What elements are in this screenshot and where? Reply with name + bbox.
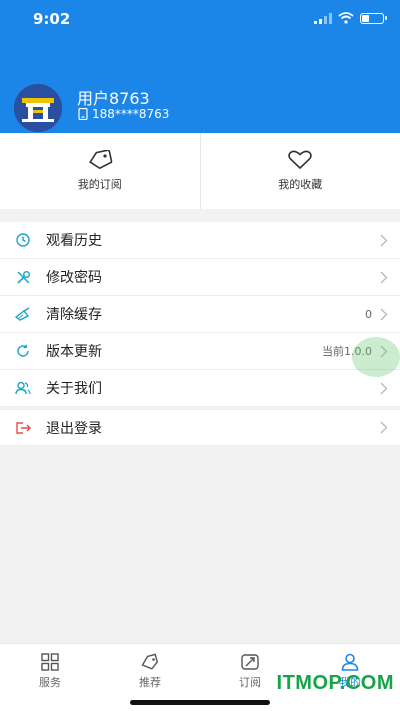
- refresh-icon: [15, 343, 31, 359]
- phone-row: 188****8763: [78, 107, 169, 121]
- tag-icon: [88, 150, 113, 170]
- rocket-icon: [241, 654, 259, 670]
- cache-size-value: 0: [365, 307, 372, 321]
- phone-icon: [78, 108, 88, 120]
- broom-icon: [15, 306, 31, 322]
- menu-item-clear-cache[interactable]: 清除缓存 0: [0, 296, 400, 333]
- menu-item-label: 关于我们: [46, 381, 102, 397]
- wifi-icon: [338, 12, 354, 24]
- logout-icon: [15, 420, 31, 436]
- tab-services[interactable]: 服务: [0, 644, 100, 711]
- menu-item-label: 观看历史: [46, 233, 102, 249]
- tab-label: 推荐: [139, 676, 161, 689]
- site-watermark: ITMOP.COM: [276, 672, 394, 694]
- menu-item-label: 版本更新: [46, 344, 102, 360]
- signal-icon: [314, 12, 332, 24]
- profile-header: 9:02 用户8763 188****8763: [0, 0, 400, 133]
- chevron-right-icon: [380, 271, 388, 283]
- chevron-right-icon: [380, 382, 388, 394]
- phone-number: 188****8763: [92, 107, 170, 121]
- tab-label: 订阅: [239, 676, 261, 689]
- quick-actions: 我的订阅 我的收藏: [0, 133, 400, 209]
- avatar-logo-icon: [14, 84, 62, 132]
- home-indicator: [130, 700, 270, 705]
- menu-item-version-update[interactable]: 版本更新 当前1.0.0: [0, 333, 400, 370]
- tab-label: 服务: [39, 676, 61, 689]
- chevron-right-icon: [380, 234, 388, 246]
- menu-item-change-password[interactable]: 修改密码: [0, 259, 400, 296]
- chevron-right-icon: [380, 308, 388, 320]
- touch-indicator: [352, 337, 400, 377]
- avatar[interactable]: [14, 84, 62, 132]
- status-bar: 9:02: [0, 0, 400, 40]
- my-favorites-button[interactable]: 我的收藏: [201, 133, 400, 209]
- heart-icon: [288, 150, 313, 170]
- logout-label: 退出登录: [46, 420, 102, 437]
- person-icon: [341, 653, 359, 671]
- settings-list: 观看历史 修改密码 清除缓存 0 版本更新 当前1.0.0 关于我们: [0, 222, 400, 407]
- menu-item-label: 清除缓存: [46, 307, 102, 323]
- tag-icon: [141, 653, 159, 670]
- chevron-right-icon: [380, 421, 388, 434]
- grid-icon: [41, 653, 59, 671]
- logout-button[interactable]: 退出登录: [0, 409, 400, 446]
- my-favorites-label: 我的收藏: [278, 178, 323, 191]
- battery-level: [362, 14, 369, 22]
- status-time: 9:02: [33, 10, 71, 28]
- my-subscriptions-button[interactable]: 我的订阅: [0, 133, 200, 209]
- users-icon: [15, 380, 31, 396]
- menu-item-label: 修改密码: [46, 270, 102, 286]
- battery-icon: [360, 12, 387, 24]
- menu-item-about-us[interactable]: 关于我们: [0, 370, 400, 407]
- status-icons: [314, 12, 387, 24]
- username: 用户8763: [77, 89, 150, 108]
- menu-item-watch-history[interactable]: 观看历史: [0, 222, 400, 259]
- clock-icon: [15, 232, 31, 248]
- my-subscriptions-label: 我的订阅: [77, 178, 122, 191]
- tools-icon: [15, 269, 31, 285]
